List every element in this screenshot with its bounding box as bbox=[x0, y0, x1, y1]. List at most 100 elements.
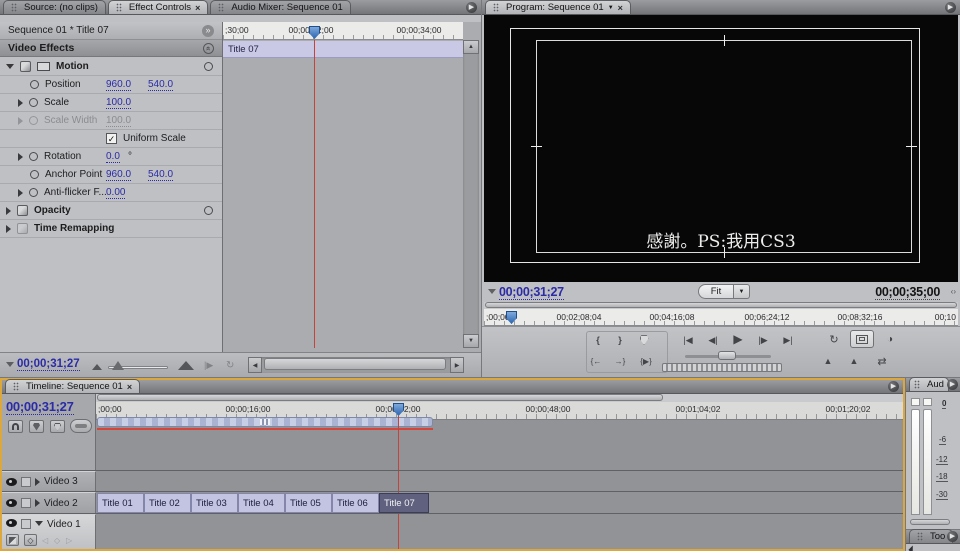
scroll-up-icon[interactable]: ▲ bbox=[463, 40, 479, 54]
set-display-style-button[interactable] bbox=[6, 534, 19, 546]
toggle-track-output-icon[interactable] bbox=[6, 519, 17, 527]
close-icon[interactable]: × bbox=[618, 3, 623, 13]
clip-title-06[interactable]: Title 06 bbox=[332, 493, 379, 513]
toggle-animation-icon[interactable] bbox=[29, 98, 38, 107]
scrollbar-handle[interactable] bbox=[264, 358, 446, 370]
timeline-zoom-handle[interactable] bbox=[97, 394, 663, 401]
scale-value[interactable]: 100.0 bbox=[106, 97, 131, 109]
goto-previous-edit-button[interactable]: |◀ bbox=[678, 332, 698, 348]
position-y-value[interactable]: 540.0 bbox=[148, 79, 173, 91]
step-back-button[interactable]: ◀| bbox=[703, 332, 723, 348]
clip-title-04[interactable]: Title 04 bbox=[238, 493, 285, 513]
safe-margins-button[interactable] bbox=[850, 330, 874, 348]
toggle-animation-icon[interactable] bbox=[29, 152, 38, 161]
goto-next-edit-button[interactable]: ▶| bbox=[778, 332, 798, 348]
collapse-icon[interactable] bbox=[6, 362, 14, 367]
position-x-value[interactable]: 960.0 bbox=[106, 79, 131, 91]
collapse-section-icon[interactable]: « bbox=[203, 43, 214, 54]
play-in-to-out-button[interactable]: {▶} bbox=[636, 353, 656, 369]
clip-title-05[interactable]: Title 05 bbox=[285, 493, 332, 513]
play-button[interactable]: ▶ bbox=[728, 331, 748, 347]
effect-timeline-ruler[interactable]: ;30;00 00;00;32;00 00;00;34;00 bbox=[223, 22, 463, 40]
work-area-bar[interactable] bbox=[97, 417, 433, 427]
clip-title-01[interactable]: Title 01 bbox=[97, 493, 144, 513]
output-button[interactable]: ◑ bbox=[880, 331, 900, 347]
track-lock-box[interactable] bbox=[21, 477, 31, 487]
effect-timeline-clip[interactable]: Title 07 bbox=[223, 41, 463, 58]
expand-track-icon[interactable] bbox=[35, 499, 40, 507]
expand-opacity-icon[interactable] bbox=[6, 207, 11, 215]
toggle-track-output-icon[interactable] bbox=[6, 478, 17, 486]
show-hide-timeline-view-icon[interactable]: » bbox=[202, 25, 214, 37]
vertical-scrollbar[interactable] bbox=[463, 40, 479, 348]
tab-effect-controls[interactable]: Effect Controls× bbox=[108, 0, 208, 14]
collapse-motion-icon[interactable] bbox=[6, 64, 14, 69]
tab-timeline[interactable]: Timeline: Sequence 01 × bbox=[5, 379, 140, 393]
tab-audio-mixer[interactable]: Audio Mixer: Sequence 01 bbox=[210, 0, 350, 14]
video-effects-header[interactable]: Video Effects « bbox=[0, 40, 222, 57]
horizontal-scrollbar-handle[interactable] bbox=[910, 519, 950, 525]
collapse-icon[interactable] bbox=[488, 289, 496, 294]
anchor-x-value[interactable]: 960.0 bbox=[106, 169, 131, 181]
snap-button[interactable] bbox=[8, 420, 23, 433]
effect-enabled-icon[interactable] bbox=[17, 205, 28, 216]
zoom-in-icon[interactable] bbox=[178, 361, 194, 370]
clip-title-07[interactable]: Title 07 bbox=[379, 493, 429, 513]
scroll-down-icon[interactable]: ▼ bbox=[463, 334, 479, 348]
clip-title-02[interactable]: Title 02 bbox=[144, 493, 191, 513]
effect-enabled-icon[interactable] bbox=[20, 61, 31, 72]
encore-chapter-marker-button[interactable] bbox=[29, 420, 44, 433]
toggle-button[interactable] bbox=[70, 419, 92, 433]
jog-disk[interactable] bbox=[662, 363, 782, 372]
unnumbered-marker-button[interactable] bbox=[50, 420, 65, 433]
program-scroll-strip[interactable] bbox=[484, 302, 958, 309]
close-icon[interactable]: × bbox=[127, 382, 132, 392]
anchor-y-value[interactable]: 540.0 bbox=[148, 169, 173, 181]
step-forward-button[interactable]: |▶ bbox=[753, 332, 773, 348]
zoom-slider-handle[interactable] bbox=[112, 361, 124, 370]
program-ruler[interactable]: ;00;00 00;02;08;04 00;04;16;08 00;06;24;… bbox=[484, 309, 958, 326]
track-lock-box[interactable] bbox=[21, 498, 31, 508]
panel-menu-icon[interactable]: ▶ bbox=[945, 2, 956, 13]
anti-flicker-value[interactable]: 0.00 bbox=[106, 187, 125, 199]
zoom-level-select[interactable]: Fit bbox=[698, 284, 734, 299]
effect-current-timecode[interactable]: 00;00;31;27 bbox=[17, 358, 80, 371]
goto-out-point-button[interactable]: →} bbox=[610, 353, 630, 369]
close-icon[interactable]: × bbox=[195, 3, 200, 13]
stopwatch-icon[interactable] bbox=[204, 206, 213, 215]
collapse-track-icon[interactable] bbox=[35, 521, 43, 526]
expand-rotation-icon[interactable] bbox=[18, 153, 23, 161]
tab-program[interactable]: Program: Sequence 01 ▼ × bbox=[485, 0, 631, 14]
lift-button[interactable]: ▲ bbox=[818, 353, 838, 369]
expand-track-icon[interactable] bbox=[35, 478, 40, 486]
stopwatch-icon[interactable] bbox=[204, 62, 213, 71]
trim-button[interactable]: ⇄ bbox=[872, 353, 892, 369]
clip-title-03[interactable]: Title 03 bbox=[191, 493, 238, 513]
shuttle-slider-handle[interactable] bbox=[718, 351, 736, 360]
timeline-scroll-strip[interactable] bbox=[96, 394, 903, 402]
scroll-left-icon[interactable]: ◀ bbox=[248, 357, 262, 373]
expand-anti-flicker-icon[interactable] bbox=[18, 189, 23, 197]
expand-time-remapping-icon[interactable] bbox=[6, 225, 11, 233]
panel-menu-icon[interactable]: ▶ bbox=[466, 2, 477, 13]
panel-menu-icon[interactable]: ▶ bbox=[888, 381, 899, 392]
zoom-out-icon[interactable] bbox=[92, 364, 102, 370]
toggle-track-output-icon[interactable] bbox=[6, 499, 17, 507]
work-area-grip[interactable] bbox=[260, 419, 270, 425]
set-in-point-button[interactable]: { bbox=[588, 332, 608, 348]
uniform-scale-checkbox[interactable]: ✓ bbox=[106, 133, 117, 144]
show-keyframes-button[interactable]: ◇ bbox=[24, 534, 37, 546]
rotation-value[interactable]: 0.0 bbox=[106, 151, 120, 163]
tab-audio-meters[interactable]: Aud bbox=[909, 377, 949, 391]
loop-button[interactable]: ↻ bbox=[824, 331, 844, 347]
chevron-down-icon[interactable]: ▼ bbox=[608, 5, 614, 11]
extract-button[interactable]: ▲ bbox=[844, 353, 864, 369]
scroll-right-icon[interactable]: ▶ bbox=[450, 357, 464, 373]
track-lock-box[interactable] bbox=[21, 519, 31, 529]
set-marker-button[interactable] bbox=[634, 332, 654, 348]
tab-source[interactable]: Source: (no clips) bbox=[3, 0, 106, 14]
zoom-level-dropdown-icon[interactable]: ▼ bbox=[734, 284, 750, 299]
program-zoom-handle[interactable] bbox=[485, 302, 957, 308]
toggle-animation-icon[interactable] bbox=[30, 80, 39, 89]
toggle-animation-icon[interactable] bbox=[30, 170, 39, 179]
